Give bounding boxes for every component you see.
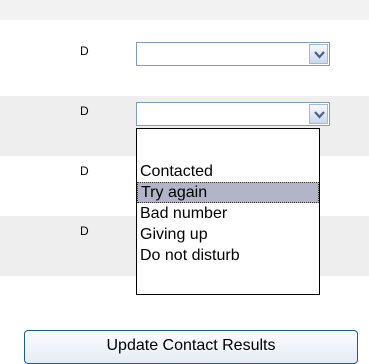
- row-code: D: [80, 164, 89, 178]
- dropdown-list: Contacted Try again Bad number Giving up…: [136, 128, 320, 295]
- row-code: D: [80, 104, 89, 118]
- chevron-down-icon: [314, 51, 325, 59]
- dropdown-button[interactable]: [309, 104, 328, 124]
- option-giving-up[interactable]: Giving up: [137, 224, 319, 245]
- contact-result-select[interactable]: [136, 102, 330, 126]
- dropdown-button[interactable]: [309, 44, 328, 64]
- row-code: D: [80, 44, 89, 58]
- table-header-band: [0, 0, 369, 20]
- table-row: D: [0, 36, 369, 96]
- option-do-not-disturb[interactable]: Do not disturb: [137, 245, 319, 266]
- option-try-again[interactable]: Try again: [137, 182, 319, 203]
- row-code: D: [80, 224, 89, 238]
- option-contacted[interactable]: Contacted: [137, 161, 319, 182]
- contact-result-select[interactable]: [136, 42, 330, 66]
- update-contact-results-button[interactable]: Update Contact Results: [24, 330, 358, 364]
- option-bad-number[interactable]: Bad number: [137, 203, 319, 224]
- chevron-down-icon: [314, 111, 325, 119]
